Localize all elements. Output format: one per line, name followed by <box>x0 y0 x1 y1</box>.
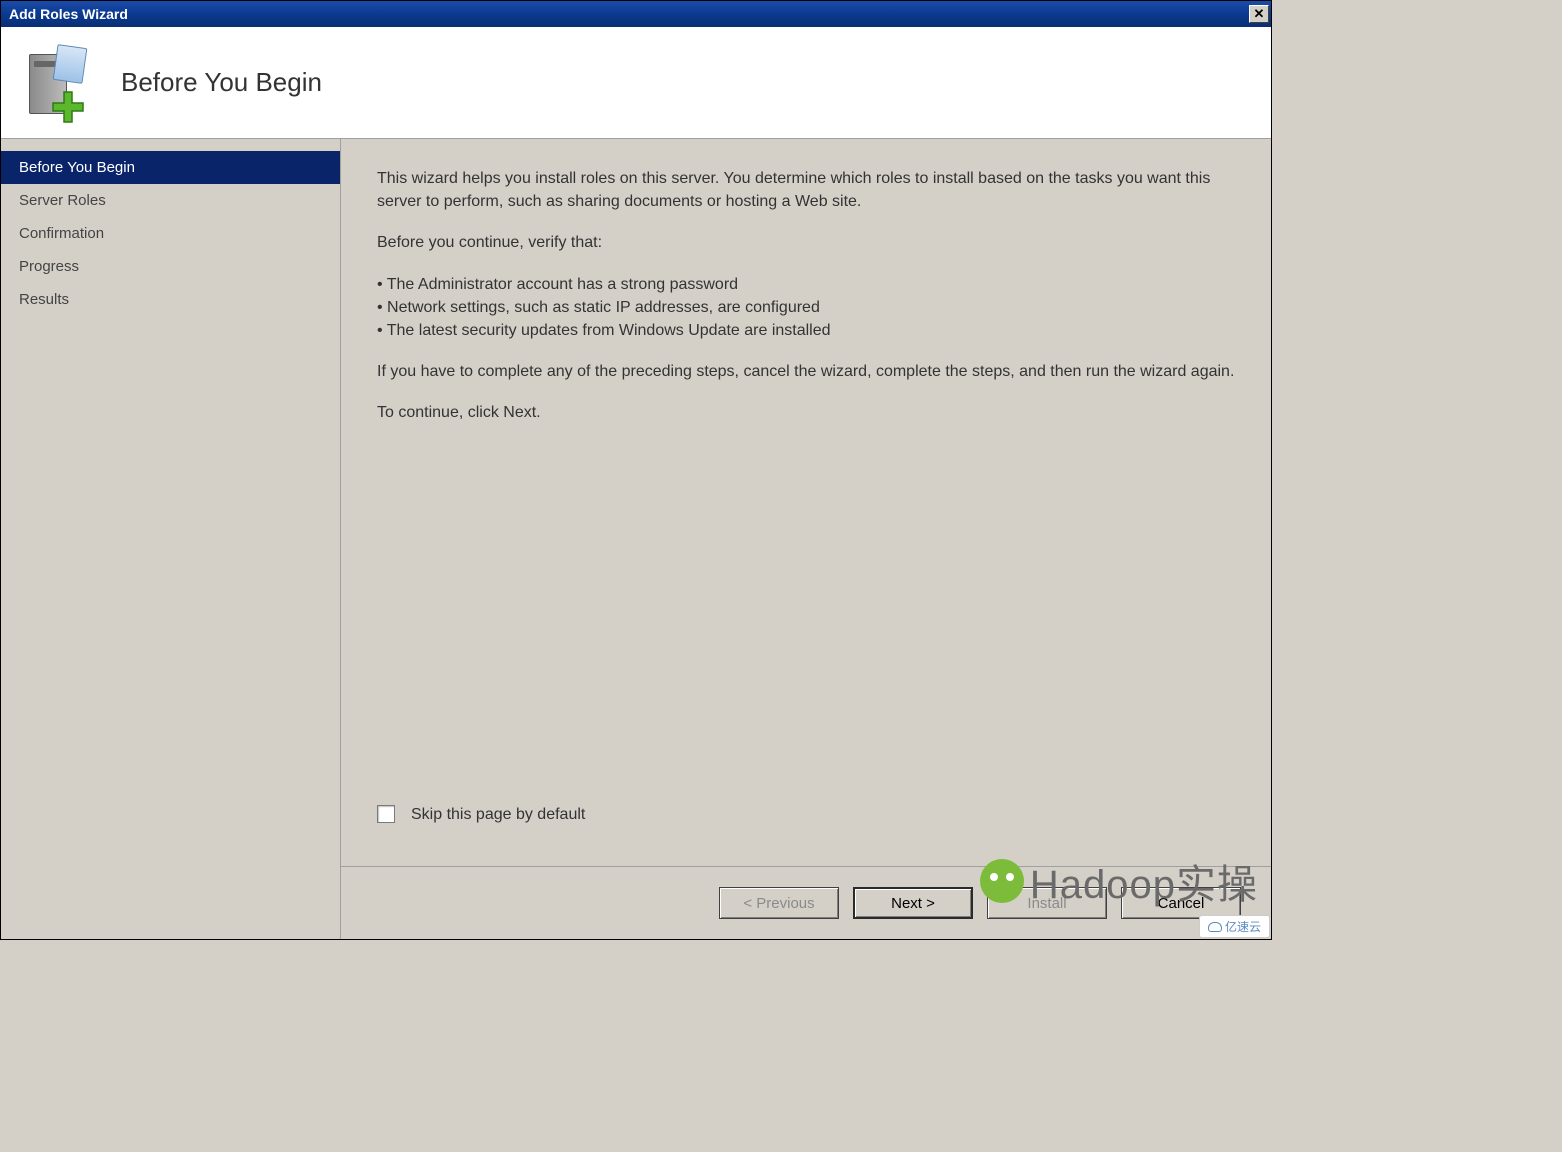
previous-button: < Previous <box>719 887 839 919</box>
wizard-window: Add Roles Wizard ✕ Before You Begin Befo… <box>0 0 1272 940</box>
body: Before You Begin Server Roles Confirmati… <box>1 139 1271 939</box>
verify-heading: Before you continue, verify that: <box>377 231 1235 254</box>
add-plus-icon <box>51 90 85 124</box>
skip-checkbox[interactable] <box>377 805 395 823</box>
verify-bullets: • The Administrator account has a strong… <box>377 273 1235 343</box>
document-icon <box>53 44 88 84</box>
close-button[interactable]: ✕ <box>1249 5 1269 23</box>
corner-badge-text: 亿速云 <box>1225 918 1261 935</box>
sidebar-item-results[interactable]: Results <box>1 283 340 316</box>
content-body: This wizard helps you install roles on t… <box>341 139 1271 866</box>
sidebar: Before You Begin Server Roles Confirmati… <box>1 139 341 939</box>
bullet-password: • The Administrator account has a strong… <box>377 273 1235 296</box>
install-button: Install <box>987 887 1107 919</box>
footer: < Previous Next > Install Cancel <box>341 867 1271 939</box>
corner-badge: 亿速云 <box>1199 915 1270 938</box>
continue-note: To continue, click Next. <box>377 401 1235 424</box>
content-area: This wizard helps you install roles on t… <box>341 139 1271 939</box>
close-icon: ✕ <box>1254 6 1265 22</box>
skip-row: Skip this page by default <box>377 803 1235 854</box>
header: Before You Begin <box>1 27 1271 139</box>
page-title: Before You Begin <box>121 67 322 98</box>
cloud-icon <box>1208 922 1222 932</box>
bullet-updates: • The latest security updates from Windo… <box>377 319 1235 342</box>
wizard-icon <box>21 44 91 122</box>
bullet-network: • Network settings, such as static IP ad… <box>377 296 1235 319</box>
sidebar-item-server-roles[interactable]: Server Roles <box>1 184 340 217</box>
intro-text: This wizard helps you install roles on t… <box>377 167 1235 213</box>
titlebar[interactable]: Add Roles Wizard ✕ <box>1 1 1271 27</box>
skip-checkbox-label[interactable]: Skip this page by default <box>411 803 585 826</box>
sidebar-item-progress[interactable]: Progress <box>1 250 340 283</box>
sidebar-item-before-you-begin[interactable]: Before You Begin <box>1 151 340 184</box>
next-button[interactable]: Next > <box>853 887 973 919</box>
cancel-note: If you have to complete any of the prece… <box>377 360 1235 383</box>
window-title: Add Roles Wizard <box>9 6 128 22</box>
sidebar-item-confirmation[interactable]: Confirmation <box>1 217 340 250</box>
